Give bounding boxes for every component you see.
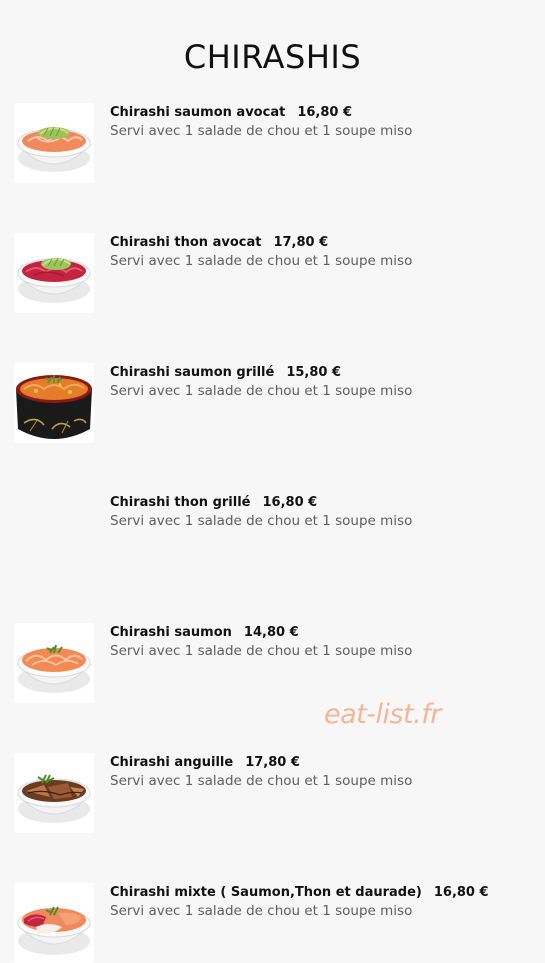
item-description: Servi avec 1 salade de chou et 1 soupe m…	[110, 903, 413, 919]
item-price: 14,80 €	[243, 625, 299, 640]
salmon-bowl-image	[14, 623, 94, 703]
item-name: Chirashi anguille	[110, 755, 234, 770]
item-price: 16,80 €	[433, 885, 489, 900]
item-price: 15,80 €	[286, 365, 342, 380]
eel-bowl-image	[14, 753, 94, 833]
menu-item-info: Chirashi saumon grillé 15,80 € Servi avec…	[110, 364, 530, 400]
item-name: Chirashi saumon grillé	[110, 365, 275, 380]
menu-item-mixte[interactable]: Chirashi mixte ( Saumon,Thon et daurade)…	[14, 883, 534, 963]
menu-item-heading: Chirashi anguille 17,80 €	[110, 754, 530, 772]
item-name: Chirashi saumon avocat	[110, 105, 286, 120]
menu-item-heading: Chirashi thon avocat 17,80 €	[110, 234, 530, 252]
item-price: 16,80 €	[297, 105, 353, 120]
menu-item-anguille[interactable]: Chirashi anguille 17,80 € Servi avec 1 sa…	[14, 753, 534, 833]
item-price: 17,80 €	[245, 755, 300, 770]
menu-item-heading: Chirashi thon grillé 16,80 €	[110, 494, 530, 512]
menu-item-heading: Chirashi saumon avocat 16,80 €	[110, 104, 530, 122]
watermark: eat-list.fr	[324, 699, 441, 730]
menu-item-info: Chirashi saumon 14,80 € Servi avec 1 sala…	[110, 624, 530, 660]
item-description: Servi avec 1 salade de chou et 1 soupe m…	[110, 643, 413, 659]
menu-item-heading: Chirashi mixte ( Saumon,Thon et daurade)…	[110, 884, 530, 902]
menu-item-heading: Chirashi saumon 14,80 €	[110, 624, 530, 642]
item-description: Servi avec 1 salade de chou et 1 soupe m…	[110, 383, 413, 399]
menu-item-saumon-grille[interactable]: Chirashi saumon grillé 15,80 € Servi avec…	[14, 363, 534, 443]
item-description: Servi avec 1 salade de chou et 1 soupe m…	[110, 123, 413, 139]
menu-item-saumon[interactable]: Chirashi saumon 14,80 € Servi avec 1 sala…	[14, 623, 534, 703]
menu-item-info: Chirashi saumon avocat 16,80 € Servi avec…	[110, 104, 530, 140]
menu-item-info: Chirashi anguille 17,80 € Servi avec 1 sa…	[110, 754, 530, 790]
menu-list: Chirashi saumon avocat 16,80 € Servi avec…	[0, 0, 545, 963]
item-name: Chirashi thon avocat	[110, 235, 262, 250]
item-description: Servi avec 1 salade de chou et 1 soupe m…	[110, 513, 413, 529]
item-description: Servi avec 1 salade de chou et 1 soupe m…	[110, 253, 413, 269]
menu-item-info: Chirashi thon avocat 17,80 € Servi avec 1…	[110, 234, 530, 270]
tuna-avocado-bowl-image	[14, 233, 94, 313]
salmon-avocado-bowl-image	[14, 103, 94, 183]
item-name: Chirashi mixte ( Saumon,Thon et daurade)	[110, 885, 422, 900]
menu-item-info: Chirashi mixte ( Saumon,Thon et daurade)…	[110, 884, 530, 920]
grilled-salmon-lacquer-bowl-image	[14, 363, 94, 443]
menu-item-thon-avocat[interactable]: Chirashi thon avocat 17,80 € Servi avec 1…	[14, 233, 534, 313]
item-name: Chirashi saumon	[110, 625, 232, 640]
item-name: Chirashi thon grillé	[110, 495, 251, 510]
menu-item-thon-grille[interactable]: Chirashi thon grillé 16,80 € Servi avec 1…	[14, 493, 534, 573]
item-description: Servi avec 1 salade de chou et 1 soupe m…	[110, 773, 413, 789]
mixed-fish-bowl-image	[14, 883, 94, 963]
item-price: 16,80 €	[262, 495, 318, 510]
menu-item-info: Chirashi thon grillé 16,80 € Servi avec 1…	[110, 494, 530, 530]
item-price: 17,80 €	[273, 235, 329, 250]
menu-item-saumon-avocat[interactable]: Chirashi saumon avocat 16,80 € Servi avec…	[14, 103, 534, 183]
menu-item-heading: Chirashi saumon grillé 15,80 €	[110, 364, 530, 382]
